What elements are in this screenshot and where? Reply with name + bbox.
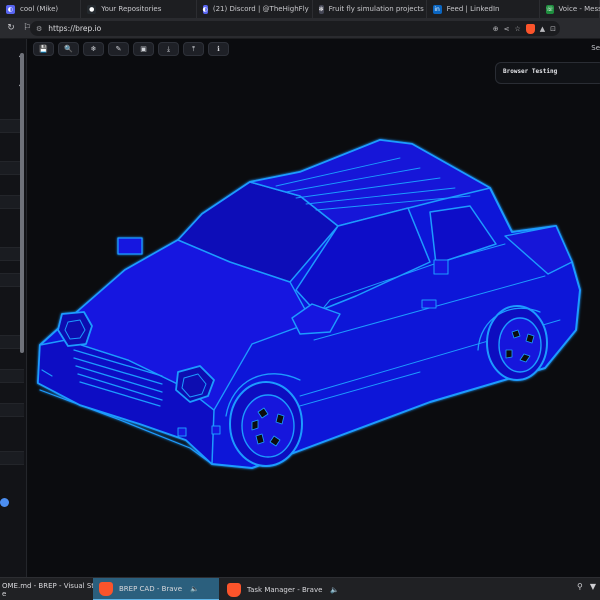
search-icon[interactable]: 🔍 — [58, 42, 79, 56]
address-bar-actions: ⊕ ⋖ ☆ ▲ ⊡ — [493, 21, 556, 36]
taskbar-task-manager[interactable]: Task Manager - Brave 🔈 — [221, 578, 349, 600]
address-bar[interactable]: ⚙ https://brep.io ⊕ ⋖ ☆ ▲ ⊡ — [30, 21, 560, 36]
brave-shields-icon[interactable] — [525, 23, 535, 34]
browser-tab-5[interactable]: in Feed | LinkedIn — [427, 0, 540, 18]
info-icon[interactable]: ℹ — [208, 42, 229, 56]
panel-row[interactable] — [0, 451, 24, 465]
box-icon[interactable]: ▣ — [133, 42, 154, 56]
tab-label: (21) Discord | @TheHighFly — [212, 5, 309, 13]
chatgpt-icon: ✻ — [318, 4, 324, 14]
brave-icon — [227, 582, 241, 597]
panel-row[interactable] — [0, 403, 24, 417]
network-icon[interactable]: ⚲ — [577, 582, 583, 591]
taskbar-item-sub: e — [2, 589, 7, 598]
pencil-icon[interactable]: ✎ — [108, 42, 129, 56]
browser-tab-6[interactable]: ☏ Voice - Messages — [540, 0, 600, 18]
tab-label: Fruit fly simulation projects — [328, 5, 424, 13]
browser-tab-3[interactable]: ◐ (21) Discord | @TheHighFly — [197, 0, 313, 18]
left-side-panel: ‹ ‹ — [0, 39, 27, 577]
share-icon[interactable]: ⋖ — [504, 25, 510, 33]
extensions-icon[interactable]: ⊡ — [550, 25, 556, 33]
linkedin-icon: in — [432, 4, 442, 14]
bookmark-star-icon[interactable]: ☆ — [514, 25, 520, 33]
system-tray: ⚲ ▼ — [577, 582, 596, 591]
collapse-left-icon[interactable]: ‹ — [0, 46, 22, 68]
browser-tab-strip: ◐ cool (Mike) ● Your Repositories ◐ (21)… — [0, 0, 600, 18]
side-marker — [421, 299, 437, 309]
tab-label: Voice - Messages — [558, 5, 600, 13]
cad-viewport[interactable]: 💾 🔍 ❄ ✎ ▣ ⤓ ⤒ ℹ Se Browser Testing — [28, 39, 600, 577]
door-handle — [433, 259, 449, 275]
notification-icon[interactable]: ▼ — [590, 582, 596, 591]
reload-icon[interactable]: ↻ — [3, 20, 19, 36]
url-text: https://brep.io — [48, 24, 102, 33]
taskbar-item-label: BREP CAD - Brave — [119, 584, 182, 593]
speaker-icon: 🔈 — [330, 585, 340, 594]
collapse-left-icon[interactable]: ‹ — [0, 75, 22, 97]
car-model-3d[interactable] — [28, 39, 600, 577]
browser-toolbar: ↻ ⚐ ⚙ https://brep.io ⊕ ⋖ ☆ ▲ ⊡ — [0, 18, 600, 39]
brave-icon — [99, 581, 113, 596]
taskbar-item-label: Task Manager - Brave — [247, 585, 323, 594]
toggle-knob[interactable] — [0, 498, 9, 507]
fog-light — [211, 425, 221, 435]
export-icon[interactable]: ⤒ — [183, 42, 204, 56]
speaker-icon: 🔈 — [190, 584, 199, 593]
settings-label[interactable]: Se — [591, 44, 600, 52]
taskbar-vscode[interactable]: OME.md - BREP - Visual Studio e — [0, 578, 109, 600]
tab-label: Your Repositories — [101, 5, 162, 13]
voice-icon: ☏ — [546, 4, 554, 14]
discord-icon: ◐ — [6, 4, 15, 14]
browser-tab-4[interactable]: ✻ Fruit fly simulation projects — [313, 0, 427, 18]
fog-light — [177, 427, 187, 437]
rear-wheel — [486, 305, 548, 381]
github-icon: ● — [87, 4, 97, 14]
panel-scrollbar[interactable] — [20, 53, 24, 353]
screen: ◐ cool (Mike) ● Your Repositories ◐ (21)… — [0, 0, 600, 600]
snowflake-icon[interactable]: ❄ — [83, 42, 104, 56]
browser-tab-1[interactable]: ◐ cool (Mike) — [0, 0, 82, 18]
roof-light — [117, 237, 143, 255]
testing-card-title: Browser Testing — [503, 68, 558, 75]
browser-tab-2[interactable]: ● Your Repositories — [81, 0, 197, 18]
discord-icon: ◐ — [202, 4, 208, 14]
tab-label: Feed | LinkedIn — [446, 5, 500, 13]
import-icon[interactable]: ⤓ — [158, 42, 179, 56]
taskbar-brep-cad[interactable]: BREP CAD - Brave 🔈 — [93, 578, 219, 600]
front-wheel — [229, 381, 303, 467]
rewards-icon[interactable]: ▲ — [540, 25, 545, 33]
site-info-icon[interactable]: ⚙ — [36, 25, 42, 33]
zoom-icon[interactable]: ⊕ — [493, 25, 499, 33]
save-icon[interactable]: 💾 — [33, 42, 54, 56]
testing-card[interactable]: Browser Testing — [495, 62, 600, 84]
panel-row[interactable] — [0, 369, 24, 383]
viewport-toolbar: 💾 🔍 ❄ ✎ ▣ ⤓ ⤒ ℹ — [33, 42, 229, 56]
taskbar: OME.md - BREP - Visual Studio e BREP CAD… — [0, 577, 600, 600]
tab-label: cool (Mike) — [20, 5, 59, 13]
